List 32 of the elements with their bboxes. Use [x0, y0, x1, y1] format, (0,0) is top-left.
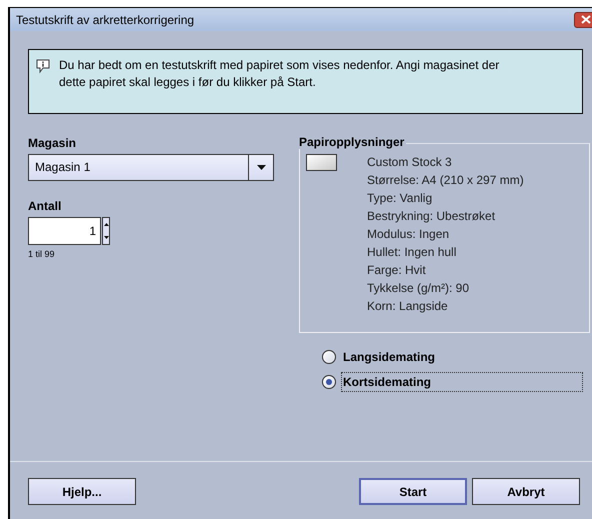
- tray-label: Magasin: [28, 136, 78, 150]
- paper-detail: Hullet: Ingen hull: [367, 244, 458, 261]
- paper-detail: Størrelse: A4 (210 x 297 mm): [367, 172, 524, 189]
- close-button[interactable]: [574, 12, 592, 28]
- paper-detail: Bestrykning: Ubestrøket: [367, 208, 496, 225]
- dialog-button[interactable]: Start: [359, 478, 467, 505]
- quantity-label: Antall: [28, 199, 62, 213]
- info-message: Du har bedt om en testutskrift med papiret som vises nedenfor. Angi magasinet der dette papiret skal legges i før du klikker på Start.: [59, 57, 500, 91]
- down-arrow-icon: [104, 236, 108, 239]
- radio-label: Kortsidemating: [341, 372, 583, 392]
- window-title: Testutskrift av arkretterkorrigering: [16, 12, 194, 28]
- tray-dropdown[interactable]: Magasin 1: [28, 154, 274, 181]
- dialog-button[interactable]: Avbryt: [472, 478, 580, 505]
- up-arrow-icon: [104, 223, 108, 226]
- quantity-range: 1 til 99: [28, 248, 56, 261]
- paper-detail: Type: Vanlig: [367, 190, 434, 207]
- info-icon: [35, 58, 51, 74]
- close-icon: [581, 15, 591, 24]
- paper-icon: [306, 154, 337, 171]
- radio-button[interactable]: [322, 350, 336, 364]
- spinner-control[interactable]: [102, 217, 110, 245]
- paper-detail: Modulus: Ingen: [367, 226, 450, 243]
- radio-label: Langsidemating: [342, 349, 436, 366]
- group-title: Papiropplysninger: [299, 135, 406, 149]
- dialog-button[interactable]: Hjelp...: [28, 478, 136, 505]
- paper-detail: Korn: Langside: [367, 298, 449, 315]
- paper-detail: Custom Stock 3: [367, 154, 453, 171]
- quantity-field[interactable]: 1: [28, 217, 101, 245]
- caret-icon: [256, 165, 266, 170]
- radio-button[interactable]: [322, 375, 336, 389]
- paper-detail: Farge: Hvit: [367, 262, 427, 279]
- paper-detail: Tykkelse (g/m²): 90: [367, 280, 470, 297]
